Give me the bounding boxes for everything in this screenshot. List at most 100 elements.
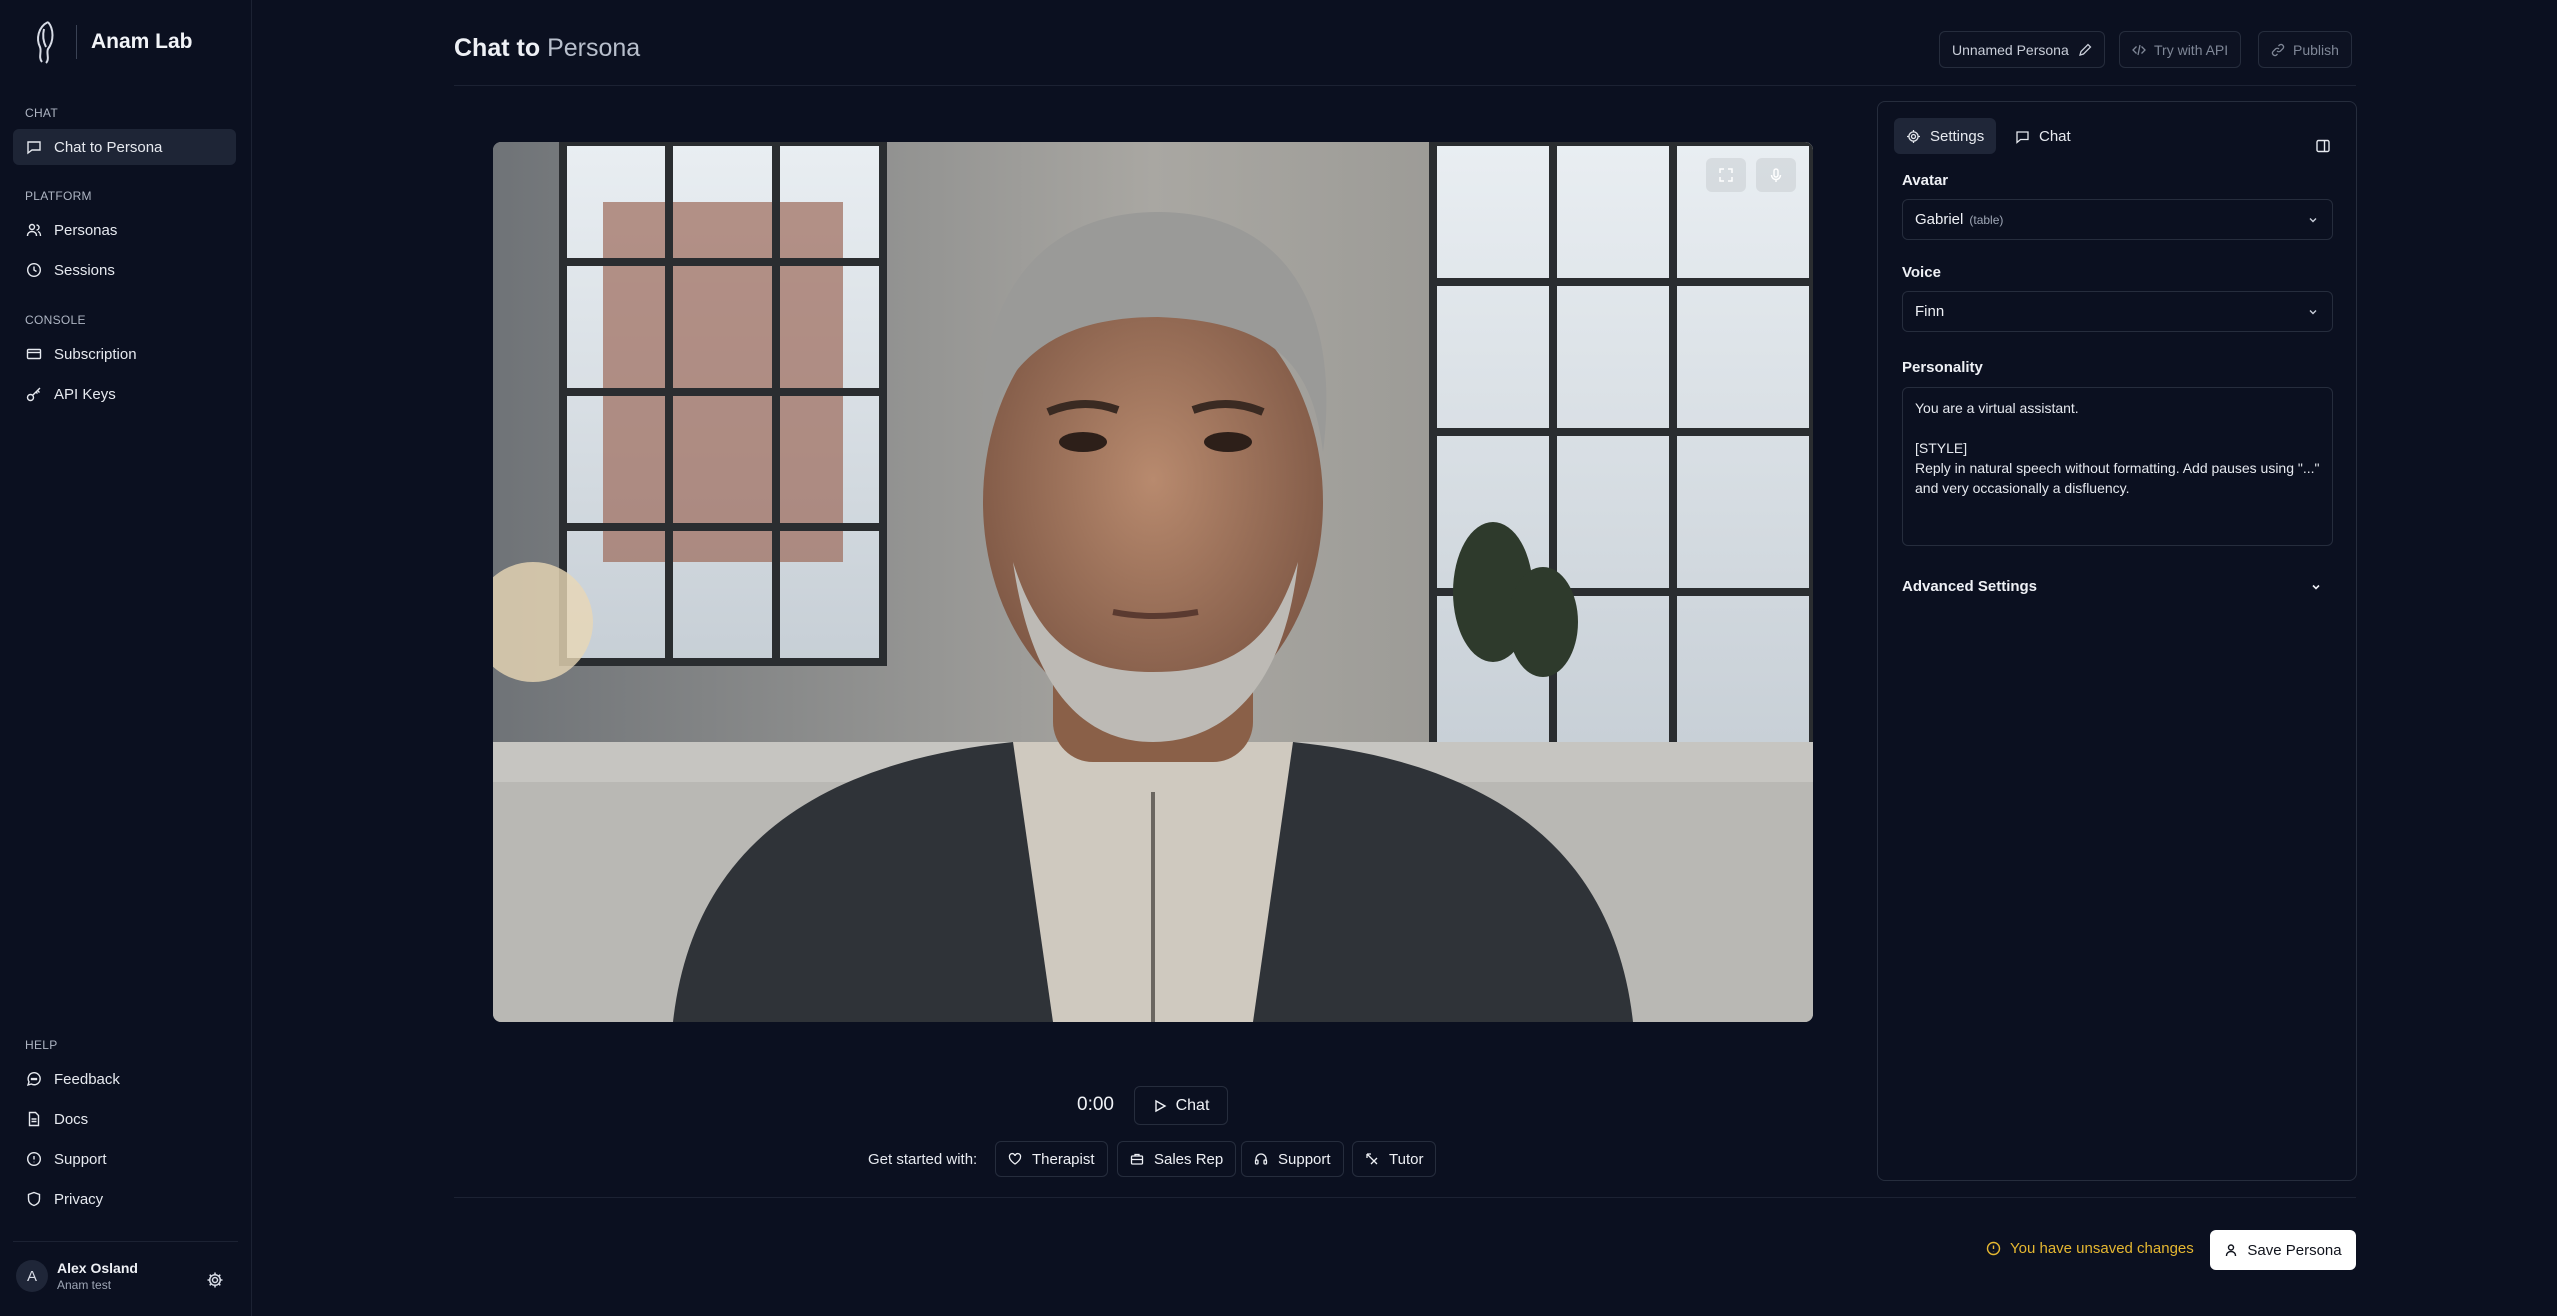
sidebar-item-sessions[interactable]: Sessions — [13, 252, 236, 288]
publish-label: Publish — [2293, 41, 2339, 58]
play-icon — [1154, 1099, 1167, 1112]
warning-icon — [1986, 1241, 2001, 1256]
unsaved-changes-text: You have unsaved changes — [2010, 1240, 2194, 1257]
clock-icon — [26, 262, 42, 278]
briefcase-icon — [1130, 1153, 1144, 1165]
session-timer: 0:00 — [1077, 1094, 1114, 1115]
sidebar-item-label: API Keys — [54, 385, 116, 403]
advanced-settings-toggle[interactable]: Advanced Settings — [1902, 578, 2333, 595]
sidebar-item-label: Privacy — [54, 1190, 104, 1208]
section-label-platform: PLATFORM — [25, 189, 92, 203]
avatar-value: Gabriel — [1915, 211, 1964, 228]
sidebar-item-api-keys[interactable]: API Keys — [13, 376, 236, 412]
gear-icon[interactable] — [206, 1271, 224, 1289]
publish-button[interactable]: Publish — [2258, 31, 2352, 68]
chevron-down-icon — [2309, 218, 2317, 223]
avatar-label: Avatar — [1902, 172, 1949, 189]
sidebar-item-docs[interactable]: Docs — [13, 1101, 236, 1137]
heart-icon — [1008, 1152, 1022, 1165]
settings-panel: Settings Chat Avatar Gabriel (table) Voi… — [1877, 101, 2357, 1181]
feedback-icon — [26, 1072, 41, 1087]
tab-label: Chat — [2039, 127, 2071, 145]
sidebar-item-privacy[interactable]: Privacy — [13, 1181, 236, 1217]
page-title-main: Chat to — [454, 34, 541, 62]
try-with-api-label: Try with API — [2154, 41, 2229, 58]
key-icon — [26, 387, 41, 402]
start-chat-button[interactable]: Chat — [1134, 1086, 1228, 1125]
header-divider — [454, 85, 2356, 86]
advanced-settings-label: Advanced Settings — [1902, 578, 2038, 595]
voice-label: Voice — [1902, 264, 1941, 281]
preset-sales-rep-button[interactable]: Sales Rep — [1117, 1141, 1237, 1177]
voice-value: Finn — [1915, 303, 1945, 320]
sidebar-item-label: Subscription — [54, 345, 137, 363]
preset-therapist-button[interactable]: Therapist — [995, 1141, 1108, 1177]
app-name: Anam Lab — [91, 30, 193, 53]
shield-icon — [27, 1191, 41, 1207]
sidebar-item-label: Personas — [54, 221, 118, 239]
section-label-console: CONSOLE — [25, 313, 86, 327]
credit-card-icon — [26, 348, 42, 360]
personality-label: Personality — [1902, 359, 1983, 376]
anam-logo-icon — [26, 18, 64, 66]
sidebar-item-label: Sessions — [54, 261, 115, 279]
avatar: A — [16, 1260, 48, 1292]
user-profile[interactable]: A Alex Osland Anam test — [16, 1260, 138, 1292]
save-persona-button[interactable]: Save Persona — [2210, 1230, 2356, 1270]
users-icon — [26, 223, 42, 237]
preset-label: Sales Rep — [1154, 1150, 1224, 1168]
sidebar-item-chat-to-persona[interactable]: Chat to Persona — [13, 129, 236, 165]
tab-chat[interactable]: Chat — [2003, 118, 2083, 154]
graduation-icon — [1366, 1153, 1378, 1165]
tab-label: Settings — [1930, 127, 1985, 145]
page-title-accent: Persona — [547, 34, 641, 62]
preset-tutor-button[interactable]: Tutor — [1352, 1141, 1437, 1177]
section-label-help: HELP — [25, 1038, 58, 1052]
document-icon — [28, 1111, 40, 1127]
persona-name-button[interactable]: Unnamed Persona — [1939, 31, 2105, 68]
sidebar-toggle-icon[interactable] — [2315, 138, 2331, 154]
preset-label: Support — [1278, 1150, 1331, 1168]
info-icon — [26, 1151, 42, 1167]
sidebar-item-support[interactable]: Support — [13, 1141, 236, 1177]
pencil-icon — [2078, 43, 2092, 56]
voice-select[interactable]: Finn — [1902, 291, 2333, 332]
sidebar-item-label: Docs — [54, 1110, 89, 1128]
start-chat-label: Chat — [1175, 1096, 1210, 1114]
microphone-icon — [1770, 168, 1782, 182]
user-icon — [2226, 1244, 2237, 1257]
chat-bubble-icon — [2016, 130, 2029, 144]
microphone-button[interactable] — [1756, 158, 1796, 192]
brand[interactable]: Anam Lab — [26, 18, 193, 66]
preset-support-button[interactable]: Support — [1241, 1141, 1344, 1177]
sidebar: Anam Lab CHAT Chat to Persona PLATFORM P… — [0, 0, 252, 1316]
sidebar-item-personas[interactable]: Personas — [13, 212, 236, 248]
chevron-down-icon — [2309, 310, 2317, 315]
user-name: Alex Osland — [57, 1260, 138, 1276]
fullscreen-button[interactable] — [1706, 158, 1746, 192]
section-label-chat: CHAT — [25, 106, 58, 120]
preset-label: Therapist — [1032, 1150, 1095, 1168]
get-started-label: Get started with: — [868, 1151, 978, 1168]
avatar-select[interactable]: Gabriel (table) — [1902, 199, 2333, 240]
sidebar-divider — [13, 1241, 238, 1242]
code-icon — [2132, 44, 2146, 55]
sidebar-item-label: Support — [54, 1150, 107, 1168]
sidebar-item-feedback[interactable]: Feedback — [13, 1061, 236, 1097]
unsaved-changes-notice: You have unsaved changes — [1986, 1240, 2194, 1257]
content-divider — [454, 1197, 2356, 1198]
personality-textarea[interactable]: You are a virtual assistant. [STYLE] Rep… — [1902, 387, 2333, 546]
persona-video — [493, 142, 1813, 1022]
persona-name-label: Unnamed Persona — [1952, 41, 2069, 58]
try-with-api-button[interactable]: Try with API — [2119, 31, 2242, 68]
gear-icon — [1907, 129, 1920, 143]
headset-icon — [1254, 1153, 1268, 1165]
sidebar-item-label: Feedback — [54, 1070, 120, 1088]
tab-settings[interactable]: Settings — [1894, 118, 1997, 154]
persona-video-frame — [493, 142, 1813, 1022]
sidebar-item-label: Chat to Persona — [54, 138, 163, 156]
chevron-down-icon — [2312, 584, 2320, 590]
brand-divider — [76, 25, 77, 59]
sidebar-item-subscription[interactable]: Subscription — [13, 336, 236, 372]
avatar-variant: (table) — [1969, 212, 2004, 227]
